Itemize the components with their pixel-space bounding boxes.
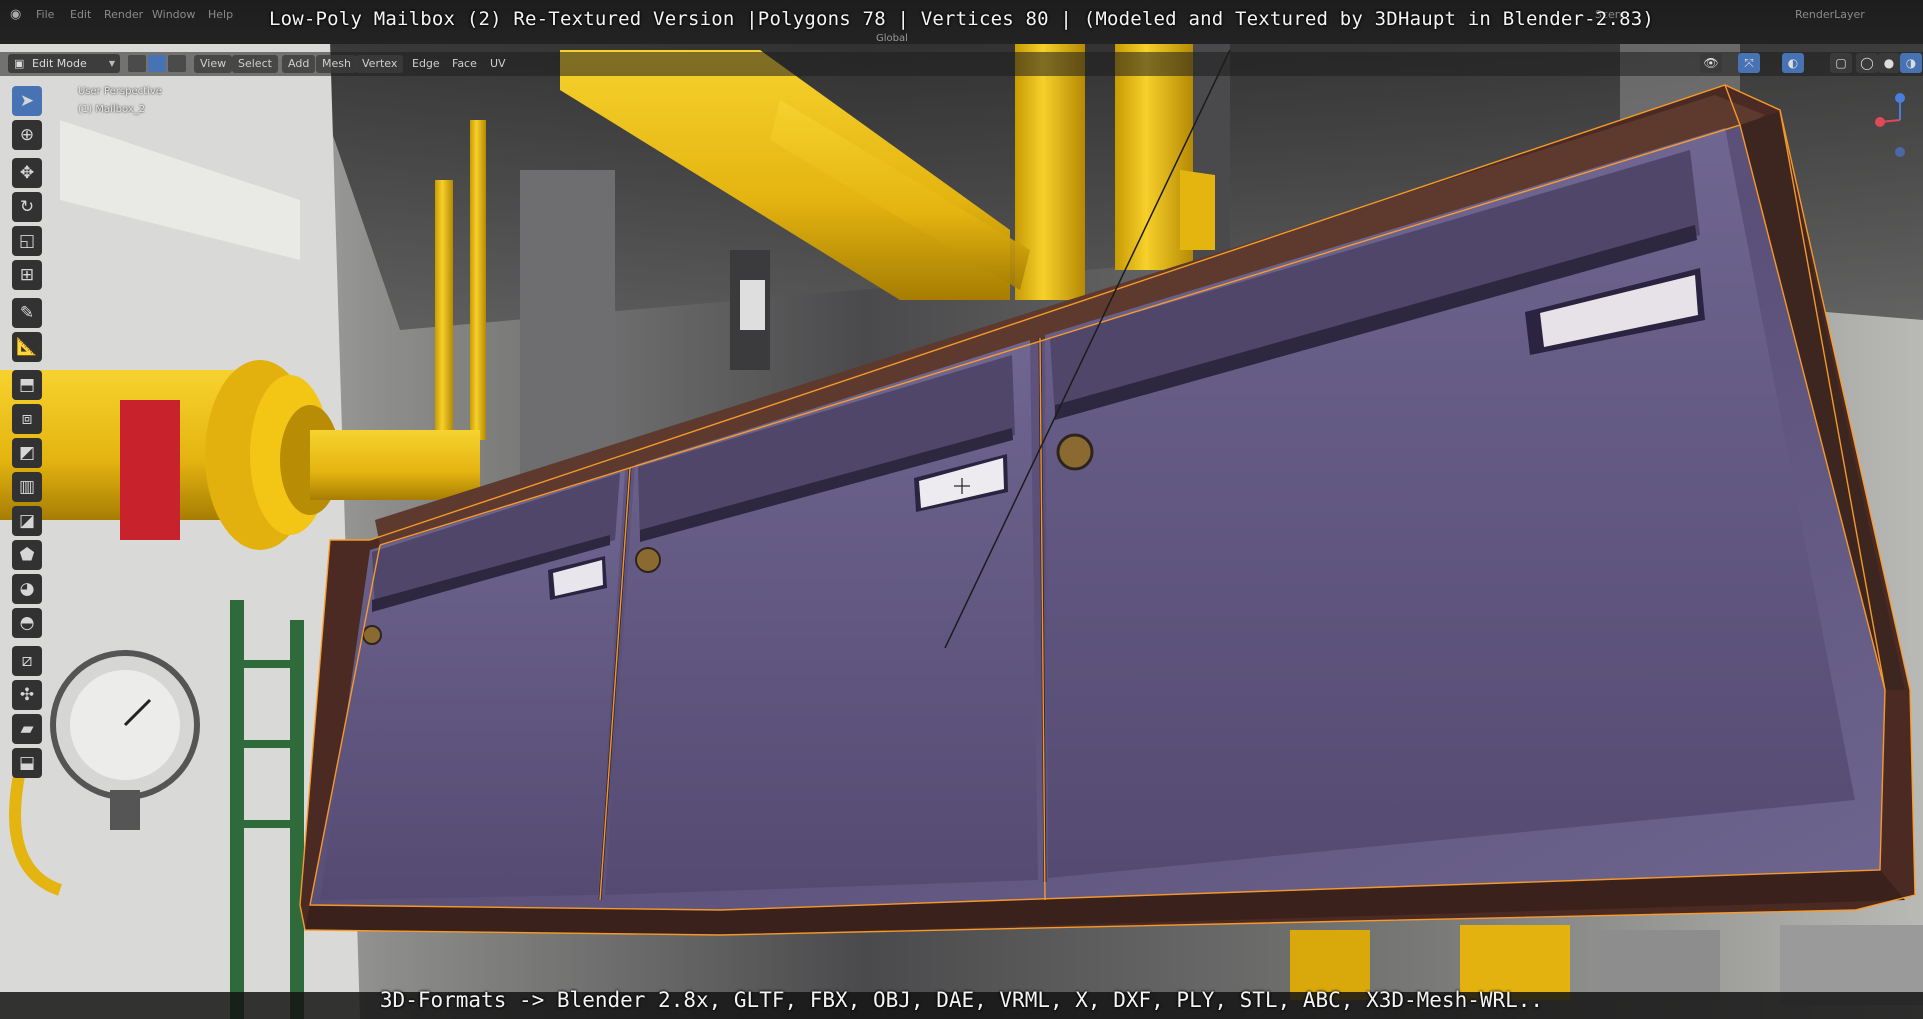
material-shading-icon[interactable]: ◑ <box>1900 53 1922 73</box>
mode-label: Edit Mode <box>32 57 87 70</box>
annotate-icon[interactable]: ✎ <box>12 298 42 328</box>
viewport-scene[interactable] <box>0 0 1923 1019</box>
transform-icon[interactable]: ⊞ <box>12 260 42 290</box>
face-select-mode-button[interactable] <box>168 55 186 72</box>
measure-icon[interactable]: 📐 <box>12 332 42 362</box>
header-menu-select[interactable]: Select <box>232 55 278 73</box>
knife-icon[interactable]: ◪ <box>12 506 42 536</box>
formats-caption-overlay: 3D-Formats -> Blender 2.8x, GLTF, FBX, O… <box>379 988 1544 1012</box>
spin-icon[interactable]: ◕ <box>12 574 42 604</box>
inset-icon[interactable]: ⧈ <box>12 404 42 434</box>
poly-build-icon[interactable]: ⬟ <box>12 540 42 570</box>
scale-icon[interactable]: ◱ <box>12 226 42 256</box>
header-menu-uv[interactable]: UV <box>484 55 512 73</box>
move-icon[interactable]: ✥ <box>12 158 42 188</box>
select-box-icon[interactable]: ➤ <box>12 86 42 116</box>
edit-mode-icon: ▣ <box>14 57 25 70</box>
viewport-perspective-label: User Perspective <box>78 86 162 97</box>
header-menu-add[interactable]: Add <box>282 55 316 73</box>
header-menu-vertex[interactable]: Vertex <box>356 55 404 73</box>
wireframe-shading-icon[interactable]: ◯ <box>1856 53 1878 73</box>
extrude-icon[interactable]: ⬒ <box>12 370 42 400</box>
xray-toggle-icon[interactable]: ▢ <box>1830 53 1852 73</box>
header-menu-edge[interactable]: Edge <box>406 55 446 73</box>
shrink-fatten-icon[interactable]: ✣ <box>12 680 42 710</box>
smooth-icon[interactable]: ◓ <box>12 608 42 638</box>
active-object-label: (1) Mailbox_2 <box>78 104 146 115</box>
solid-shading-icon[interactable]: ● <box>1878 53 1900 73</box>
vertex-select-mode-button[interactable] <box>128 55 146 72</box>
visibility-icon[interactable]: 👁 <box>1700 53 1722 73</box>
overlay-toggle-icon[interactable]: ◐ <box>1782 53 1804 73</box>
bevel-icon[interactable]: ◩ <box>12 438 42 468</box>
chevron-down-icon: ▼ <box>108 59 115 68</box>
header-menu-face[interactable]: Face <box>446 55 483 73</box>
shear-icon[interactable]: ▰ <box>12 714 42 744</box>
cursor-icon[interactable]: ⊕ <box>12 120 42 150</box>
header-menu-mesh[interactable]: Mesh <box>316 55 357 73</box>
header-menu-view[interactable]: View <box>194 55 233 73</box>
transform-orientation-dropdown[interactable]: Global <box>870 30 914 48</box>
gizmo-toggle-icon[interactable]: ⤧ <box>1738 53 1760 73</box>
navigation-gizmo[interactable] <box>1870 90 1920 170</box>
video-title-overlay: Low-Poly Mailbox (2) Re-Textured Version… <box>268 8 1655 30</box>
rip-icon[interactable]: ⬓ <box>12 748 42 778</box>
edge-slide-icon[interactable]: ⧄ <box>12 646 42 676</box>
mode-selector[interactable]: ▣ Edit Mode ▼ <box>8 54 120 73</box>
rotate-icon[interactable]: ↻ <box>12 192 42 222</box>
loop-cut-icon[interactable]: ▥ <box>12 472 42 502</box>
tool-shelf: ➤ ⊕ ✥ ↻ ◱ ⊞ ✎ 📐 ⬒ ⧈ ◩ ▥ ◪ ⬟ ◕ ◓ ⧄ ✣ ▰ ⬓ <box>8 82 52 778</box>
edge-select-mode-button[interactable] <box>148 55 166 72</box>
